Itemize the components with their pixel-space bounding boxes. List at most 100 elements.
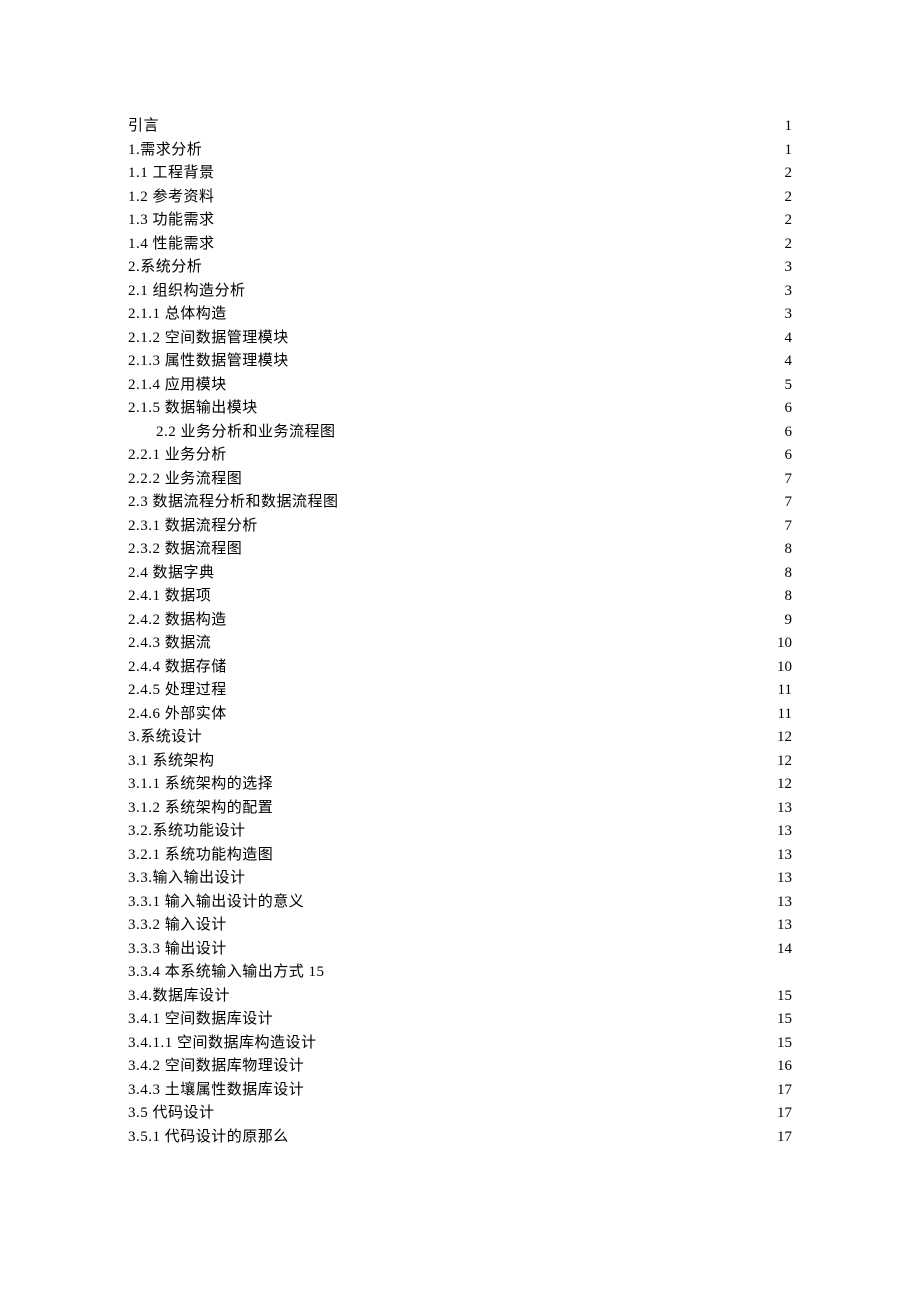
- toc-page-number: 8: [783, 585, 793, 609]
- toc-page-number: 10: [775, 656, 792, 680]
- toc-title: 3.1.1 系统架构的选择: [128, 773, 273, 797]
- toc-entry[interactable]: 1.4 性能需求2: [128, 233, 792, 257]
- toc-entry[interactable]: 3.3.1 输入输出设计的意义 13: [128, 891, 792, 915]
- toc-page-number: 15: [775, 1032, 792, 1056]
- toc-title: 3.4.数据库设计: [128, 985, 230, 1009]
- toc-entry[interactable]: 引言1: [128, 115, 792, 139]
- toc-title: 2.2.2 业务流程图: [128, 468, 242, 492]
- toc-entry[interactable]: 2.1.3 属性数据管理模块4: [128, 350, 792, 374]
- toc-entry[interactable]: 2.3.2 数据流程图 8: [128, 538, 792, 562]
- toc-entry[interactable]: 2.1.2 空间数据管理模块4: [128, 327, 792, 351]
- toc-title: 1.3 功能需求: [128, 209, 215, 233]
- toc-title: 3.4.1 空间数据库设计: [128, 1008, 273, 1032]
- toc-page-number: 6: [783, 397, 793, 421]
- toc-title: 2.1.2 空间数据管理模块: [128, 327, 289, 351]
- toc-title: 2.3.2 数据流程图: [128, 538, 242, 562]
- toc-entry[interactable]: 2.1 组织构造分析 3: [128, 280, 792, 304]
- toc-entry[interactable]: 2.4.3 数据流10: [128, 632, 792, 656]
- toc-entry[interactable]: 3.3.4 本系统输入输出方式 15: [128, 961, 792, 985]
- toc-entry[interactable]: 3.2.1 系统功能构造图13: [128, 844, 792, 868]
- toc-entry[interactable]: 3.3.输入输出设计13: [128, 867, 792, 891]
- toc-entry[interactable]: 3.1.1 系统架构的选择 12: [128, 773, 792, 797]
- toc-page-number: 15: [775, 985, 792, 1009]
- toc-page-number: 7: [783, 515, 793, 539]
- toc-title: 2.1.4 应用模块: [128, 374, 227, 398]
- toc-page-number: 3: [783, 280, 793, 304]
- toc-page-number: 11: [776, 679, 792, 703]
- toc-page-number: 17: [775, 1079, 792, 1103]
- toc-entry[interactable]: 2.1.4 应用模块5: [128, 374, 792, 398]
- toc-page-number: 8: [783, 538, 793, 562]
- toc-page-number: 6: [783, 444, 793, 468]
- toc-entry[interactable]: 2.3 数据流程分析和数据流程图 7: [128, 491, 792, 515]
- toc-page-number: 13: [775, 844, 792, 868]
- toc-page-number: 15: [775, 1008, 792, 1032]
- toc-page-number: 12: [775, 773, 792, 797]
- toc-entry[interactable]: 3.1.2 系统架构的配置 13: [128, 797, 792, 821]
- toc-title: 3.4.2 空间数据库物理设计: [128, 1055, 304, 1079]
- toc-page-number: 17: [775, 1126, 792, 1150]
- toc-entry[interactable]: 2.2.1 业务分析6: [128, 444, 792, 468]
- toc-page-number: 13: [775, 797, 792, 821]
- toc-entry[interactable]: 3.2.系统功能设计 13: [128, 820, 792, 844]
- table-of-contents: 引言11.需求分析11.1 工程背景21.2 参考资料21.3 功能需求21.4…: [128, 115, 792, 1149]
- toc-page-number: 13: [775, 891, 792, 915]
- toc-entry[interactable]: 2.4 数据字典 8: [128, 562, 792, 586]
- toc-entry[interactable]: 1.2 参考资料 2: [128, 186, 792, 210]
- toc-entry[interactable]: 1.需求分析 1: [128, 139, 792, 163]
- toc-entry[interactable]: 2.4.4 数据存储10: [128, 656, 792, 680]
- toc-page-number: 7: [783, 491, 793, 515]
- toc-title: 3.4.3 土壤属性数据库设计: [128, 1079, 304, 1103]
- toc-title: 2.4.1 数据项: [128, 585, 211, 609]
- toc-title: 3.3.4 本系统输入输出方式 15: [128, 964, 325, 980]
- toc-title: 2.4 数据字典: [128, 562, 215, 586]
- toc-title: 3.3.1 输入输出设计的意义: [128, 891, 304, 915]
- toc-title: 3.3.3 输出设计: [128, 938, 227, 962]
- toc-title: 3.系统设计: [128, 726, 202, 750]
- toc-entry[interactable]: 3.4.1 空间数据库设计 15: [128, 1008, 792, 1032]
- toc-entry[interactable]: 2.2 业务分析和业务流程图6: [128, 421, 792, 445]
- toc-entry[interactable]: 3.1 系统架构12: [128, 750, 792, 774]
- toc-entry[interactable]: 2.1.1 总体构造3: [128, 303, 792, 327]
- toc-title: 2.3 数据流程分析和数据流程图: [128, 491, 339, 515]
- toc-entry[interactable]: 2.3.1 数据流程分析 7: [128, 515, 792, 539]
- toc-entry[interactable]: 2.4.6 外部实体11: [128, 703, 792, 727]
- toc-entry[interactable]: 2.2.2 业务流程图7: [128, 468, 792, 492]
- toc-page-number: 1: [783, 139, 793, 163]
- toc-page-number: 9: [783, 609, 793, 633]
- toc-entry[interactable]: 2.4.2 数据构造 9: [128, 609, 792, 633]
- toc-page-number: 2: [783, 233, 793, 257]
- toc-title: 3.4.1.1 空间数据库构造设计: [128, 1032, 317, 1056]
- toc-page-number: 2: [783, 186, 793, 210]
- toc-title: 2.4.6 外部实体: [128, 703, 227, 727]
- toc-entry[interactable]: 2.1.5 数据输出模块 6: [128, 397, 792, 421]
- toc-entry[interactable]: 3.3.2 输入设计13: [128, 914, 792, 938]
- toc-title: 1.2 参考资料: [128, 186, 215, 210]
- toc-entry[interactable]: 3.3.3 输出设计14: [128, 938, 792, 962]
- toc-entry[interactable]: 3.4.2 空间数据库物理设计16: [128, 1055, 792, 1079]
- toc-entry[interactable]: 1.3 功能需求2: [128, 209, 792, 233]
- toc-title: 2.3.1 数据流程分析: [128, 515, 258, 539]
- toc-title: 2.1 组织构造分析: [128, 280, 246, 304]
- toc-page-number: 13: [775, 820, 792, 844]
- toc-entry[interactable]: 3.4.数据库设计 15: [128, 985, 792, 1009]
- toc-entry[interactable]: 2.4.1 数据项 8: [128, 585, 792, 609]
- toc-title: 2.1.5 数据输出模块: [128, 397, 258, 421]
- toc-title: 3.1.2 系统架构的配置: [128, 797, 273, 821]
- toc-entry[interactable]: 2.系统分析3: [128, 256, 792, 280]
- toc-page-number: 6: [783, 421, 793, 445]
- toc-entry[interactable]: 2.4.5 处理过程11: [128, 679, 792, 703]
- toc-entry[interactable]: 3.5.1 代码设计的原那么17: [128, 1126, 792, 1150]
- toc-entry[interactable]: 3.4.3 土壤属性数据库设计 17: [128, 1079, 792, 1103]
- toc-entry[interactable]: 1.1 工程背景2: [128, 162, 792, 186]
- toc-entry[interactable]: 3.4.1.1 空间数据库构造设计 15: [128, 1032, 792, 1056]
- toc-title: 3.5 代码设计: [128, 1102, 215, 1126]
- toc-page-number: 8: [783, 562, 793, 586]
- toc-entry[interactable]: 3.系统设计12: [128, 726, 792, 750]
- toc-title: 引言: [128, 115, 159, 139]
- toc-title: 2.4.2 数据构造: [128, 609, 227, 633]
- toc-entry[interactable]: 3.5 代码设计17: [128, 1102, 792, 1126]
- toc-title: 1.需求分析: [128, 139, 202, 163]
- toc-page-number: 13: [775, 914, 792, 938]
- toc-title: 3.2.系统功能设计: [128, 820, 246, 844]
